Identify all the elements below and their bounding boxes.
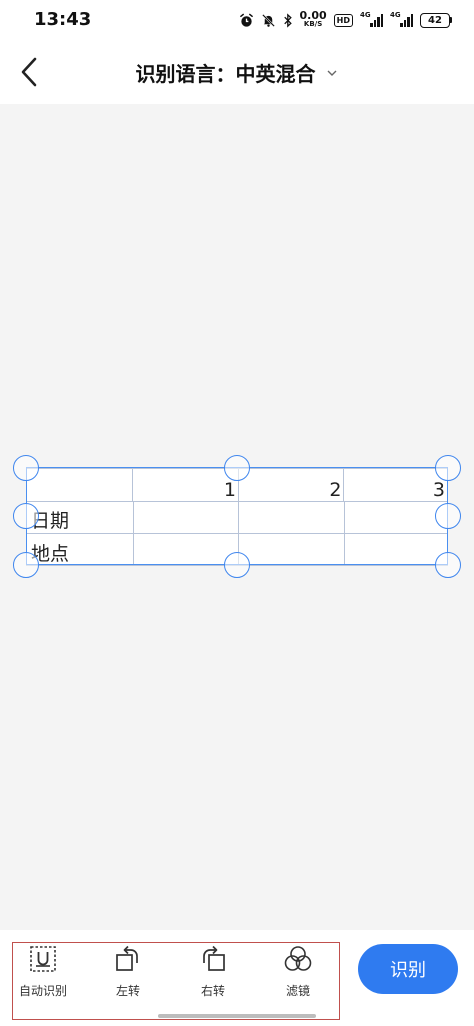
table-row: 日期 <box>27 501 447 533</box>
battery-icon: 42 <box>420 12 452 28</box>
filter-button[interactable]: 滤镜 <box>258 942 338 1008</box>
signal-icon: 4G <box>390 11 413 27</box>
signal-icon: 4G <box>360 11 383 27</box>
auto-detect-icon <box>26 942 60 976</box>
table-cell <box>132 534 239 566</box>
filter-label: 滤镜 <box>285 984 310 998</box>
status-icons: 0.00 KB/S HD 4G 4G 42 <box>239 8 452 32</box>
crop-handle-bottom-right[interactable] <box>435 552 461 578</box>
crop-handle-left[interactable] <box>13 503 39 529</box>
table-cell <box>238 502 344 533</box>
filter-icon <box>281 942 315 976</box>
bottom-toolbar: 自动识别 左转 右转 滤镜 识别 <box>0 930 474 1026</box>
rotate-right-icon <box>196 942 230 976</box>
crop-handle-bottom-left[interactable] <box>13 552 39 578</box>
title-bar: 识别语言：中英混合 <box>0 40 474 104</box>
rotate-left-button[interactable]: 左转 <box>88 942 168 1008</box>
auto-detect-label: 自动识别 <box>18 984 67 998</box>
recognize-button[interactable]: 识别 <box>358 944 458 994</box>
table-cell: 日期 <box>31 510 70 532</box>
chevron-down-icon <box>327 70 337 76</box>
battery-level: 42 <box>420 12 450 28</box>
crop-handle-top-right[interactable] <box>435 455 461 481</box>
table-cell <box>343 502 448 533</box>
table-cell: 3 <box>343 469 447 501</box>
rotate-right-button[interactable]: 右转 <box>173 942 253 1008</box>
status-time: 13:43 <box>34 9 92 30</box>
bluetooth-icon <box>283 12 293 28</box>
rotate-right-label: 右转 <box>200 984 225 998</box>
home-indicator <box>158 1014 316 1018</box>
table-cell: 1 <box>132 469 238 501</box>
crop-handle-right[interactable] <box>435 503 461 529</box>
rotate-left-icon <box>111 942 145 976</box>
table-cell <box>343 534 448 566</box>
crop-handle-top-left[interactable] <box>13 455 39 481</box>
rotate-left-label: 左转 <box>115 984 140 998</box>
table-cell <box>27 469 132 501</box>
table-cell: 地点 <box>31 543 70 565</box>
language-value: 中英混合 <box>235 62 316 86</box>
auto-detect-button[interactable]: 自动识别 <box>3 942 83 1008</box>
network-speed: 0.00 KB/S <box>299 9 327 28</box>
table-cell <box>132 502 239 533</box>
language-selector[interactable]: 识别语言：中英混合 <box>0 58 474 87</box>
crop-handle-top[interactable] <box>224 455 250 481</box>
hd-badge: HD <box>333 13 353 27</box>
status-bar: 13:43 0.00 KB/S HD 4G 4G 42 <box>0 0 474 40</box>
page-title: 识别语言： <box>135 62 236 86</box>
alarm-icon <box>239 13 254 28</box>
mute-icon <box>261 13 276 28</box>
table-cell: 2 <box>237 469 344 501</box>
table-cell <box>238 534 344 566</box>
crop-handle-bottom[interactable] <box>224 552 250 578</box>
